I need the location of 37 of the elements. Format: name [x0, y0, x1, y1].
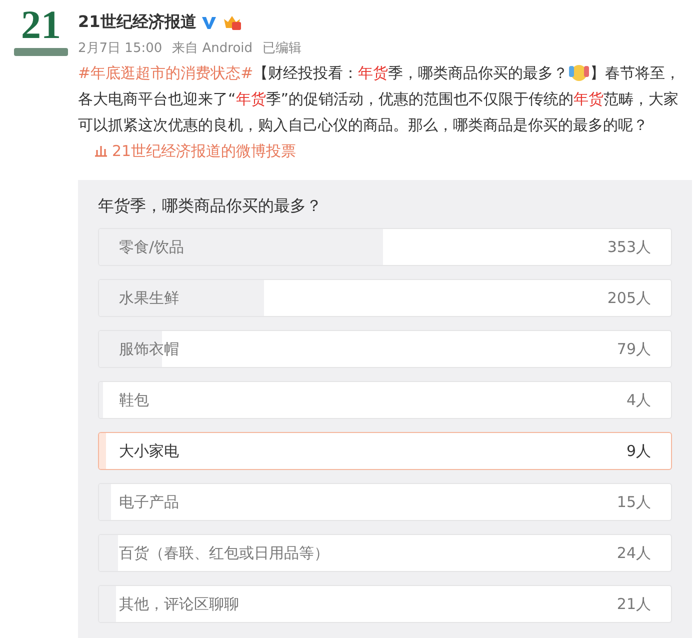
poll-option[interactable]: 零食/饮品 353人 — [98, 228, 672, 266]
option-label: 百货（春联、红包或日用品等） — [119, 544, 329, 562]
vote-count: 4人 — [626, 390, 651, 410]
post-meta: 已编辑 — [262, 40, 302, 57]
option-label: 电子产品 — [119, 492, 179, 512]
vote-count: 205人 — [607, 288, 651, 308]
vote-count: 353人 — [607, 238, 651, 256]
avatar[interactable]: 21 — [10, 6, 72, 66]
vote-count: 9人 — [626, 442, 651, 460]
option-label: 大小家电 — [119, 442, 179, 460]
logo-banner-icon — [14, 48, 68, 56]
poll-option[interactable]: 大小家电 9人 — [98, 432, 672, 470]
bar-chart-icon — [94, 144, 108, 157]
post-meta: 来自 Android — [172, 40, 253, 57]
poll-option[interactable]: 水果生鲜 205人 — [98, 279, 672, 317]
poll-option[interactable]: 鞋包 4人 — [98, 381, 672, 419]
option-label: 水果生鲜 — [119, 288, 179, 308]
option-label: 零食/饮品 — [119, 238, 184, 256]
vote-count: 24人 — [616, 544, 651, 562]
post-text: #年底逛超市的消费状态#【财经投投看：年货季，哪类商品你买的最多？ 】春节将至，各大电商平台也迎来了“年货季”的促销活动，优惠的范围也不仅限于传统的年货范畴，大家可以抓紧这次优惠的良机，购入自己心仪的商品。那么，哪类商品是你买的最多的呢？ 21世纪经济报道的微博投票 — [78, 61, 682, 162]
emoji-icon — [568, 62, 590, 82]
post-meta: 2月7日 15:00 — [78, 40, 162, 57]
option-label: 服饰衣帽 — [119, 340, 179, 358]
logo-text: 21 — [21, 6, 61, 44]
poll-question: 年货季，哪类商品你买的最多？ — [98, 195, 323, 217]
vote-count: 21人 — [616, 594, 651, 614]
option-label: 其他，评论区聊聊 — [119, 594, 239, 614]
vote-count: 79人 — [616, 340, 651, 358]
poll-option[interactable]: 电子产品 15人 — [98, 483, 672, 521]
account-name[interactable]: 21世纪经济报道 — [78, 12, 196, 32]
option-label: 鞋包 — [119, 390, 149, 410]
poll-option[interactable]: 服饰衣帽 79人 — [98, 330, 672, 368]
poll-link[interactable]: 21世纪经济报道的微博投票 — [94, 142, 296, 160]
hashtag-link[interactable]: #年底逛超市的消费状态# — [78, 64, 254, 82]
poll-option[interactable]: 其他，评论区聊聊 21人 — [98, 585, 672, 623]
poll-option[interactable]: 百货（春联、红包或日用品等） 24人 — [98, 534, 672, 572]
vote-count: 15人 — [616, 492, 651, 512]
